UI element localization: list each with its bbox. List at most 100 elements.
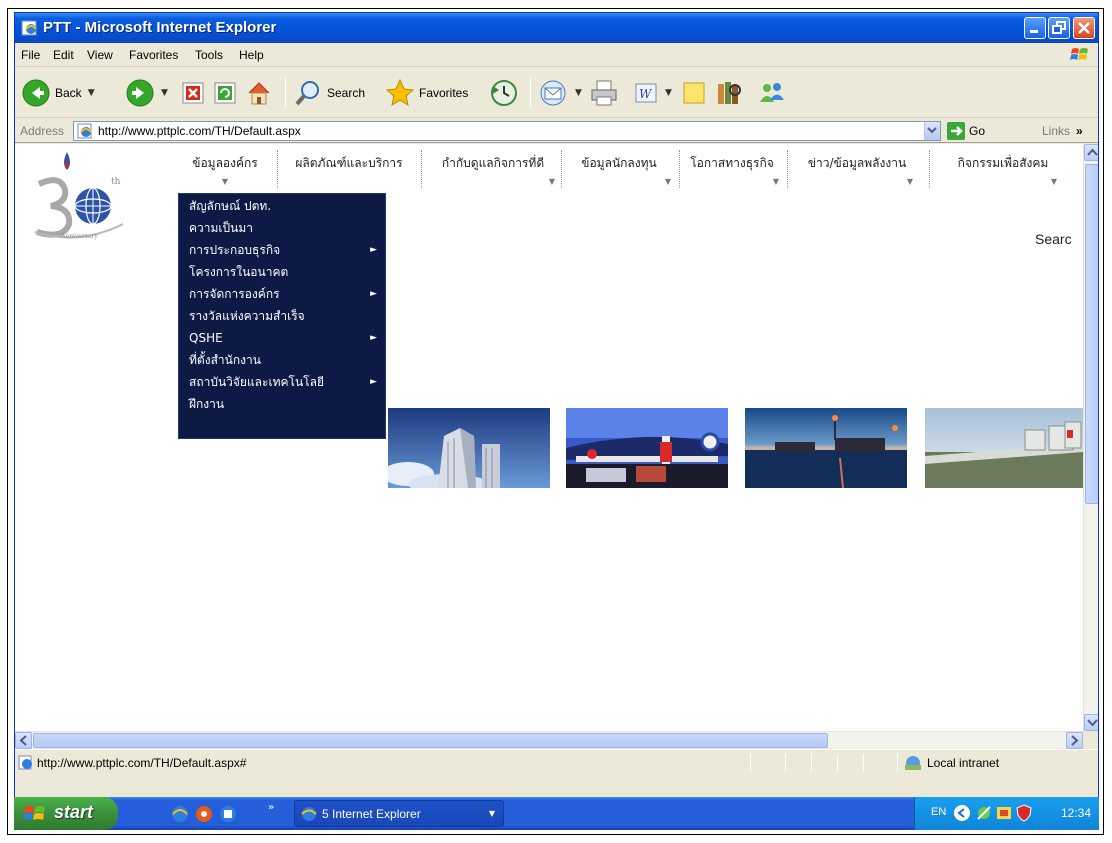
dropdown-label: การประกอบธุรกิจ: [189, 243, 281, 257]
quick-launch-browser-icon[interactable]: [218, 804, 238, 824]
tray-network-icon[interactable]: [975, 804, 993, 822]
search-button[interactable]: Search: [293, 76, 365, 110]
zone-label: Local intranet: [927, 756, 1000, 770]
quick-launch-expand-icon[interactable]: »: [268, 802, 274, 813]
ptt-30th-anniversary-logo[interactable]: th Anniversary: [31, 150, 126, 240]
chevron-down-icon: ▼: [488, 809, 495, 818]
dropdown-label: ฝึกงาน: [189, 397, 225, 411]
chevron-up-icon: [1087, 148, 1098, 156]
nav-products-services[interactable]: ผลิตภัณฑ์และบริการ: [279, 154, 419, 194]
security-zone[interactable]: Local intranet: [903, 755, 999, 771]
tray-collapse-icon[interactable]: [953, 804, 971, 822]
dropdown-item-history[interactable]: ความเป็นมา: [189, 217, 385, 239]
dropdown-label: สถาบันวิจัยและเทคโนโลยี: [189, 375, 324, 389]
menu-edit[interactable]: Edit: [53, 48, 74, 62]
menu-file[interactable]: File: [21, 48, 40, 62]
dropdown-label: รางวัลแห่งความสำเร็จ: [189, 309, 305, 323]
horizontal-scrollbar[interactable]: [15, 731, 1083, 749]
dropdown-label: โครงการในอนาคต: [189, 265, 289, 279]
submenu-arrow-icon: ►: [370, 333, 377, 343]
standard-toolbar: Back ▼ ▼ Search Favorites ▼ W ▼: [15, 68, 1098, 118]
dropdown-item-office-locations[interactable]: ที่ตั้งสำนักงาน: [189, 349, 385, 371]
nav-divider: [929, 150, 930, 188]
chevron-down-icon: [927, 127, 937, 134]
nav-business-opportunities[interactable]: โอกาสทางธุรกิจ ▼: [679, 154, 785, 194]
web-page-viewport: th Anniversary ข้อมูลองค์กร ▼ ผลิตภัณฑ์แล…: [15, 144, 1083, 731]
dropdown-label: QSHE: [189, 331, 223, 345]
dropdown-item-business[interactable]: การประกอบธุรกิจ ►: [189, 239, 385, 261]
vertical-scroll-thumb[interactable]: [1085, 164, 1098, 504]
start-button[interactable]: start: [14, 797, 118, 830]
nav-corporate-info[interactable]: ข้อมูลองค์กร ▼: [177, 154, 273, 194]
photo-ptt-gas-station[interactable]: [566, 408, 728, 488]
title-bar[interactable]: PTT - Microsoft Internet Explorer: [15, 13, 1098, 43]
menu-help[interactable]: Help: [239, 48, 264, 62]
edit-dropdown-icon[interactable]: ▼: [665, 88, 672, 98]
vertical-scrollbar[interactable]: [1083, 144, 1098, 731]
language-indicator[interactable]: EN: [931, 806, 946, 818]
scroll-left-button[interactable]: [15, 732, 32, 749]
nav-csr-activities[interactable]: กิจกรรมเพื่อสังคม ▼: [933, 154, 1073, 194]
back-arrow-icon: [22, 79, 50, 107]
menu-tools[interactable]: Tools: [195, 48, 223, 62]
tray-security-shield-icon[interactable]: [1015, 804, 1033, 822]
photo-storage-tanks[interactable]: [925, 408, 1083, 488]
nav-corporate-governance[interactable]: กำกับดูแลกิจการที่ดี ▼: [425, 154, 561, 194]
favorites-button[interactable]: Favorites: [385, 76, 468, 110]
home-icon: [248, 82, 270, 105]
menu-favorites[interactable]: Favorites: [129, 48, 178, 62]
refresh-button[interactable]: [213, 76, 237, 110]
horizontal-scroll-thumb[interactable]: [33, 733, 828, 748]
edit-button[interactable]: W ▼: [633, 76, 672, 110]
tray-clock[interactable]: 12:34: [1061, 806, 1091, 820]
dropdown-item-research-institute[interactable]: สถาบันวิจัยและเทคโนโลยี ►: [189, 371, 385, 393]
stop-button[interactable]: [181, 76, 205, 110]
discuss-button[interactable]: [681, 76, 707, 110]
dropdown-item-future-projects[interactable]: โครงการในอนาคต: [189, 261, 385, 283]
dropdown-item-internship[interactable]: ฝึกงาน: [189, 393, 385, 415]
dropdown-item-management[interactable]: การจัดการองค์กร ►: [189, 283, 385, 305]
menu-view[interactable]: View: [87, 48, 113, 62]
minimize-button[interactable]: [1024, 17, 1046, 39]
quick-launch-media-icon[interactable]: [194, 804, 214, 824]
dropdown-label: การจัดการองค์กร: [189, 287, 280, 301]
gas-station-photo: [566, 408, 728, 488]
address-dropdown-button[interactable]: [924, 122, 940, 140]
go-button[interactable]: Go: [947, 121, 985, 141]
quick-launch-ie-icon[interactable]: [170, 804, 190, 824]
nav-investor-info[interactable]: ข้อมูลนักลงทุน ▼: [561, 154, 677, 194]
photo-offshore-platform[interactable]: [745, 408, 907, 488]
close-button[interactable]: [1073, 17, 1095, 39]
scroll-up-button[interactable]: [1084, 144, 1098, 161]
mail-icon: [540, 80, 566, 106]
links-button[interactable]: Links »: [1042, 124, 1083, 138]
address-label: Address: [20, 124, 65, 138]
back-button[interactable]: Back ▼: [21, 76, 95, 110]
taskbar-button-internet-explorer[interactable]: 5 Internet Explorer ▼: [294, 800, 504, 827]
restore-button[interactable]: [1048, 17, 1070, 39]
page-search-label[interactable]: Searc: [1035, 231, 1072, 247]
research-button[interactable]: [715, 76, 745, 110]
home-button[interactable]: [245, 76, 273, 110]
photo-ptt-headquarters[interactable]: [388, 408, 550, 488]
nav-divider: [277, 150, 278, 188]
ie-page-icon: [21, 20, 37, 36]
nav-energy-news[interactable]: ข่าว/ข้อมูลพลังงาน ▼: [787, 154, 927, 194]
forward-dropdown-icon[interactable]: ▼: [161, 88, 168, 98]
dropdown-item-awards[interactable]: รางวัลแห่งความสำเร็จ: [189, 305, 385, 327]
dropdown-item-qshe[interactable]: QSHE ►: [189, 327, 385, 349]
history-button[interactable]: [489, 76, 519, 110]
address-input[interactable]: http://www.pttplc.com/TH/Default.aspx: [73, 121, 941, 141]
scroll-right-button[interactable]: [1066, 732, 1083, 749]
back-dropdown-icon[interactable]: ▼: [88, 88, 95, 98]
scroll-down-button[interactable]: [1084, 714, 1098, 731]
dropdown-item-ptt-symbol[interactable]: สัญลักษณ์ ปตท.: [189, 195, 385, 217]
mail-button[interactable]: ▼: [539, 76, 582, 110]
messenger-button[interactable]: [757, 76, 787, 110]
tray-app-icon[interactable]: [995, 804, 1013, 822]
mail-dropdown-icon[interactable]: ▼: [575, 88, 582, 98]
submenu-arrow-icon: ►: [370, 289, 377, 299]
forward-button[interactable]: ▼: [125, 76, 168, 110]
status-bar: http://www.pttplc.com/TH/Default.aspx# L…: [15, 749, 1098, 775]
print-button[interactable]: [589, 76, 619, 110]
